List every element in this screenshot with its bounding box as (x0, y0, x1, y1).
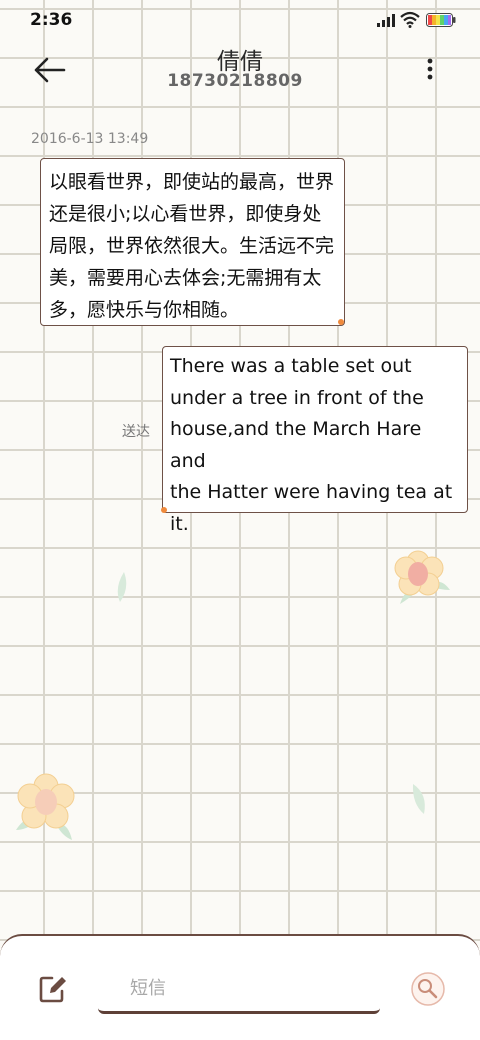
message-line: house,and the March Hare and (170, 418, 422, 472)
flower-decoration-icon (394, 550, 450, 604)
signal-icon (377, 14, 395, 27)
status-time: 2:36 (30, 10, 73, 30)
message-line: There was a table set out (170, 355, 412, 377)
flower-decoration-icon (16, 773, 75, 840)
message-line: 多，愿快乐与你相随。 (49, 299, 240, 321)
message-line: 以眼看世界，即使站的最高，世界 (49, 171, 335, 193)
contact-number: 18730218809 (167, 71, 303, 91)
delivery-status: 送达 (122, 424, 150, 440)
leaf-decoration-icon (117, 572, 127, 602)
search-icon[interactable] (410, 971, 446, 1007)
message-timestamp: 2016-6-13 13:49 (31, 131, 149, 147)
compose-icon[interactable] (38, 974, 68, 1004)
conversation-header: 倩倩 18730218809 (0, 40, 480, 110)
message-line: 局限，世界依然很大。生活远不完 (49, 235, 335, 257)
message-line: the Hatter were having tea at (170, 481, 453, 503)
bubble-tail-dot (338, 319, 344, 325)
message-line: under a tree in front of the (170, 386, 424, 409)
wifi-icon (400, 11, 420, 28)
outgoing-message-bubble[interactable]: There was a table set out under a tree i… (162, 346, 468, 535)
message-composer (0, 934, 480, 1040)
message-line: 还是很小;以心看世界，即使身处 (49, 203, 322, 225)
more-options-icon[interactable] (418, 54, 442, 84)
battery-icon (426, 13, 456, 27)
message-line: 美，需要用心去体会;无需拥有太 (49, 267, 322, 289)
message-input[interactable] (98, 966, 380, 1014)
leaf-decoration-icon (412, 784, 425, 814)
message-line: it. (170, 512, 189, 535)
bubble-tail-dot (161, 507, 167, 513)
incoming-message-bubble[interactable]: 以眼看世界，即使站的最高，世界 还是很小;以心看世界，即使身处 局限，世界依然很… (40, 158, 345, 326)
status-bar: 2:36 (0, 0, 480, 40)
